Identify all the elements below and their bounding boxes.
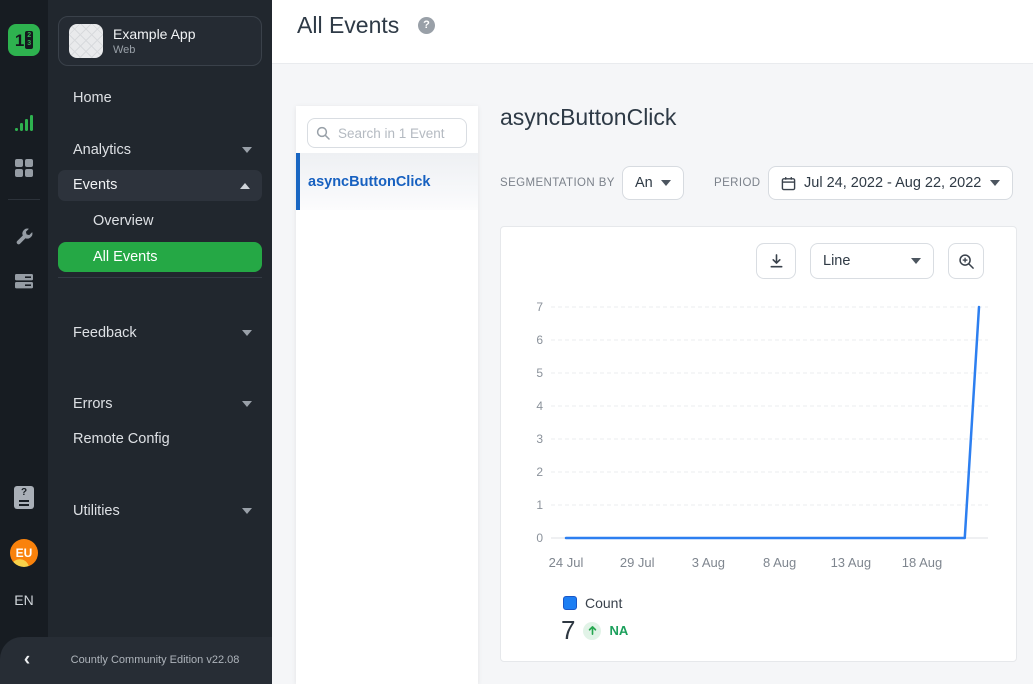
countly-logo-icon[interactable]: 1 2 3 (8, 24, 40, 56)
avatar-initials: EU (16, 546, 33, 560)
sidebar-item-feedback[interactable]: Feedback (48, 323, 272, 343)
download-chart-button[interactable] (756, 243, 796, 279)
zoom-chart-button[interactable] (948, 243, 984, 279)
chevron-down-icon (242, 330, 252, 336)
version-label: Countly Community Edition v22.08 (48, 637, 262, 684)
svg-text:29 Jul: 29 Jul (620, 555, 655, 570)
chart-type-select[interactable]: Line (810, 243, 934, 279)
app-name: Example App (113, 26, 196, 42)
period-label: PERIOD (714, 166, 761, 200)
sidebar-footer: ‹ Countly Community Edition v22.08 (0, 637, 272, 684)
svg-text:8 Aug: 8 Aug (763, 555, 796, 570)
chevron-down-icon (242, 401, 252, 407)
svg-text:0: 0 (536, 531, 543, 545)
svg-text:3: 3 (536, 432, 543, 446)
chevron-down-icon (661, 180, 671, 186)
page-title: All Events (297, 12, 399, 39)
line-chart[interactable]: 0 1 2 3 4 5 6 7 24 Jul 29 Jul 3 Aug 8 Aug 13 Aug 18 A… (507, 291, 1012, 581)
chevron-up-icon (240, 183, 250, 189)
app-icon (69, 24, 103, 58)
chevron-down-icon (990, 180, 1000, 186)
segmentation-dropdown[interactable]: An (622, 166, 684, 200)
sidebar-item-overview[interactable]: Overview (48, 211, 272, 231)
zoom-in-icon (958, 253, 975, 270)
chart-legend: Count (563, 595, 622, 611)
search-icon (316, 126, 330, 140)
chevron-down-icon (911, 258, 921, 264)
event-detail-title: asyncButtonClick (500, 104, 676, 131)
segmentation-label: SEGMENTATION BY (500, 166, 615, 200)
language-selector[interactable]: EN (0, 592, 48, 608)
user-avatar[interactable]: EU (10, 539, 38, 567)
logo-digit-1: 1 (15, 32, 24, 49)
svg-text:1: 1 (536, 498, 543, 512)
legend-label: Count (585, 595, 622, 611)
sidebar-item-analytics[interactable]: Analytics (48, 140, 272, 160)
total-row: 7 NA (561, 615, 628, 646)
total-count: 7 (561, 615, 575, 646)
svg-text:3 Aug: 3 Aug (692, 555, 725, 570)
svg-text:18 Aug: 18 Aug (902, 555, 943, 570)
search-input[interactable] (307, 118, 467, 148)
countly-dashboard: 1 2 3 ? (0, 0, 1033, 684)
app-platform: Web (113, 44, 196, 56)
trend-up-icon (583, 622, 601, 640)
period-date-picker[interactable]: Jul 24, 2022 - Aug 22, 2022 (768, 166, 1013, 200)
menu-divider (58, 277, 262, 278)
trend-value: NA (609, 623, 628, 638)
apps-grid-icon[interactable] (14, 158, 34, 178)
sidebar-item-all-events[interactable]: All Events (58, 242, 262, 272)
calendar-icon (781, 176, 796, 191)
logo-digits-23: 2 3 (25, 31, 33, 49)
event-list-item-selected[interactable]: asyncButtonClick (296, 153, 478, 210)
sidebar-item-events[interactable]: Events (58, 170, 262, 201)
help-icon[interactable]: ? (418, 17, 435, 34)
server-icon[interactable] (14, 271, 34, 291)
sidebar-item-remote-config[interactable]: Remote Config (48, 429, 272, 449)
chevron-down-icon (242, 508, 252, 514)
report-help-icon[interactable]: ? (14, 486, 34, 509)
wrench-icon[interactable] (14, 227, 34, 247)
svg-text:2: 2 (536, 465, 543, 479)
event-search (307, 118, 467, 148)
sidebar-item-errors[interactable]: Errors (48, 394, 272, 414)
chevron-down-icon (242, 147, 252, 153)
event-list-panel: asyncButtonClick (296, 106, 478, 684)
svg-text:6: 6 (536, 333, 543, 347)
analytics-bars-icon[interactable] (14, 114, 34, 134)
legend-checkbox[interactable] (563, 596, 577, 610)
svg-text:13 Aug: 13 Aug (831, 555, 872, 570)
svg-text:24 Jul: 24 Jul (549, 555, 584, 570)
download-icon (768, 253, 785, 270)
icon-rail: 1 2 3 ? (0, 0, 48, 684)
collapse-sidebar-button[interactable]: ‹ (16, 649, 38, 671)
sidebar-menu: Example App Web Home Analytics Events Ov… (48, 0, 272, 684)
svg-text:7: 7 (536, 300, 543, 314)
chart-card: Line 0 1 2 3 4 5 6 7 24 Jul 29 Jul 3 Aug 8 Aug 13 Au… (500, 226, 1017, 662)
svg-text:5: 5 (536, 366, 543, 380)
page-header: All Events ? (272, 0, 1033, 64)
rail-divider (8, 199, 40, 200)
app-selector[interactable]: Example App Web (58, 16, 262, 66)
sidebar-item-utilities[interactable]: Utilities (48, 501, 272, 521)
sidebar-item-home[interactable]: Home (48, 88, 272, 108)
svg-text:4: 4 (536, 399, 543, 413)
